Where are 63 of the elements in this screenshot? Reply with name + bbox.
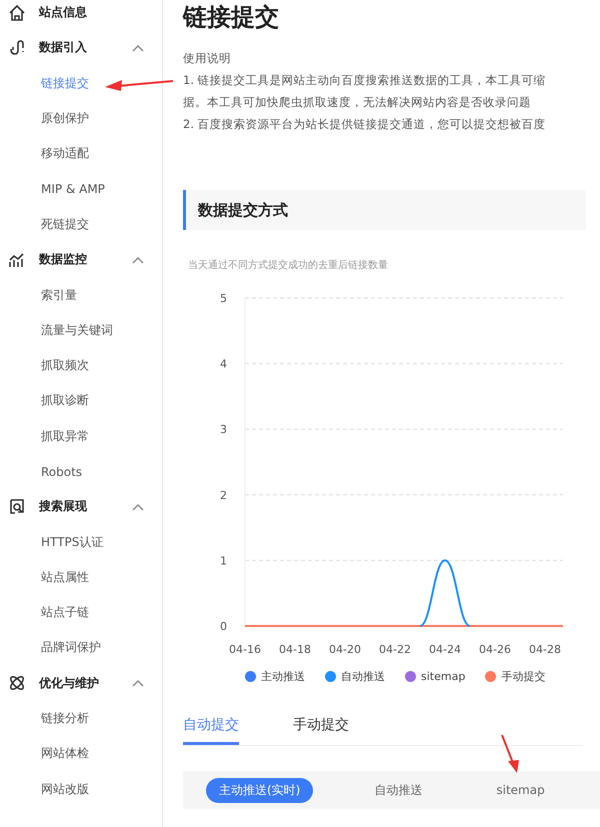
atom-icon [8, 674, 26, 692]
sidebar-section-title[interactable]: 数据引入 [39, 39, 87, 56]
chart-icon [8, 250, 26, 269]
home-icon [8, 4, 26, 22]
chevron-icon[interactable] [132, 256, 144, 264]
x-axis-label: 04-18 [279, 643, 311, 656]
page-title: 链接提交 [183, 2, 280, 33]
pointer-arrow [500, 734, 520, 774]
sidebar-section-title[interactable]: 数据监控 [39, 251, 87, 268]
usage-text: 据。本工具可加快爬虫抓取速度，无法解决网站内容是否收录问题 [183, 94, 532, 111]
sidebar-item[interactable]: 品牌词保护 [41, 639, 101, 656]
sidebar-item[interactable]: Robots [41, 464, 82, 478]
usage-heading: 使用说明 [183, 50, 232, 67]
tab[interactable]: 手动提交 [293, 716, 349, 745]
usage-text: 1. 链接提交工具是网站主动向百度搜索推送数据的工具，本工具可缩 [183, 72, 547, 89]
sidebar-item[interactable]: 原创保护 [41, 110, 89, 128]
sidebar-item[interactable]: 移动适配 [41, 145, 89, 162]
sidebar-item[interactable]: 站点属性 [41, 568, 89, 586]
method-button[interactable]: sitemap [483, 779, 558, 801]
y-axis-label: 0 [220, 620, 227, 633]
x-axis-label: 04-24 [429, 643, 461, 656]
method-button[interactable]: 自动推送 [361, 778, 436, 802]
sidebar-item[interactable]: 流量与关键词 [41, 322, 113, 339]
pointer-arrow [104, 78, 174, 92]
y-axis-label: 1 [220, 554, 227, 568]
sidebar-item[interactable]: 网站体检 [41, 745, 89, 762]
sidebar-section-title[interactable]: 搜索展现 [39, 498, 87, 516]
legend-item[interactable]: 主动推送 [245, 669, 305, 684]
chevron-icon[interactable] [132, 502, 144, 511]
hook-icon [8, 38, 26, 57]
method-button[interactable]: 主动推送(实时) [206, 778, 314, 802]
x-axis-label: 04-16 [229, 643, 261, 656]
sidebar-item[interactable]: 索引量 [41, 286, 77, 304]
sidebar-item[interactable]: MIP & AMP [41, 182, 105, 196]
y-axis-label: 3 [220, 423, 227, 436]
legend-item[interactable]: 手动提交 [485, 669, 546, 684]
sidebar-item[interactable]: 抓取异常 [41, 428, 89, 445]
sidebar-item[interactable]: 死链提交 [41, 216, 89, 233]
legend-item[interactable]: 自动推送 [325, 669, 385, 684]
sidebar-item[interactable]: 抓取频次 [41, 357, 89, 374]
section-title: 数据提交方式 [198, 200, 288, 220]
legend-item[interactable]: sitemap [405, 669, 466, 684]
chart-subtitle: 当天通过不同方式提交成功的去重后链接数量 [188, 258, 389, 272]
y-axis-label: 4 [220, 358, 227, 371]
x-axis-label: 04-22 [379, 643, 411, 656]
chevron-icon[interactable] [132, 679, 144, 688]
sidebar-section-title[interactable]: 站点信息 [39, 4, 87, 22]
sidebar-item[interactable]: HTTPS认证 [41, 534, 104, 551]
sidebar-section-title[interactable]: 优化与维护 [39, 674, 99, 692]
usage-text: 2. 百度搜索资源平台为站长提供链接提交通道，您可以提交想被百度 [183, 116, 547, 133]
x-axis-label: 04-26 [479, 643, 511, 656]
sidebar-item[interactable]: 链接分析 [41, 710, 89, 728]
search-icon [8, 498, 26, 516]
sidebar-item[interactable]: 抓取诊断 [41, 392, 89, 410]
x-axis-label: 04-28 [529, 643, 561, 656]
y-axis-label: 5 [220, 292, 227, 305]
x-axis-label: 04-20 [329, 643, 361, 656]
y-axis-label: 2 [220, 488, 227, 502]
sidebar-item[interactable]: 网站改版 [41, 780, 89, 798]
tab[interactable]: 自动提交 [183, 716, 239, 745]
sidebar-item[interactable]: 链接提交 [41, 74, 89, 92]
chevron-icon[interactable] [132, 44, 144, 52]
sidebar-item[interactable]: 站点子链 [41, 604, 89, 622]
